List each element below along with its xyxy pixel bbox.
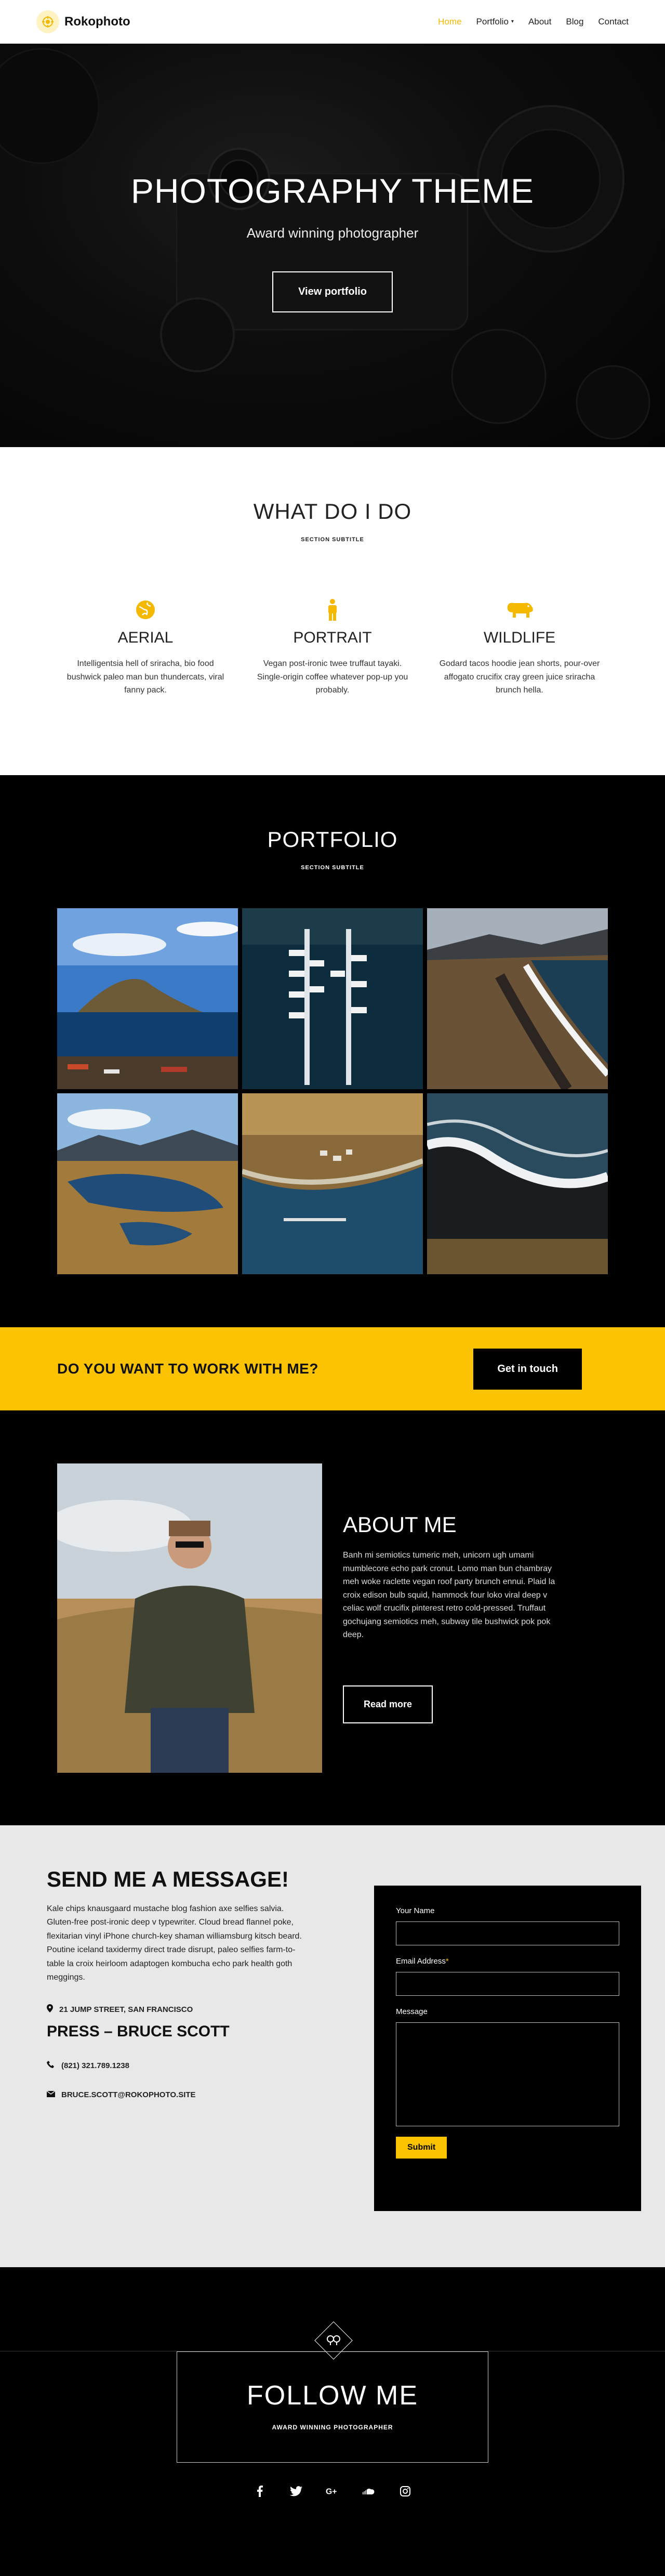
- service-title: AERIAL: [117, 629, 174, 646]
- message-label-text: Message: [396, 2007, 428, 2016]
- hero-section: PHOTOGRAPHY THEME Award winning photogra…: [0, 44, 665, 447]
- service-item-aerial: AERIAL Intelligentsia hell of sriracha, …: [62, 597, 229, 697]
- portfolio-section: PORTFOLIO SECTION SUBTITLE: [0, 775, 665, 1327]
- contact-section: SEND ME A MESSAGE! Kale chips knausgaard…: [0, 1825, 665, 2267]
- contact-form: Your Name Email Address* Message Submit: [374, 1886, 641, 2211]
- hero-content: PHOTOGRAPHY THEME Award winning photogra…: [0, 171, 665, 312]
- nav-item-portfolio[interactable]: Portfolio ▾: [476, 17, 514, 27]
- read-more-button[interactable]: Read more: [343, 1685, 433, 1724]
- chevron-down-icon: ▾: [511, 19, 514, 24]
- cta-text: DO YOU WANT TO WORK WITH ME?: [57, 1361, 318, 1377]
- nav-item-home[interactable]: Home: [438, 17, 461, 27]
- portfolio-grid: [57, 908, 608, 1274]
- main-menu: Home Portfolio ▾ About Blog Contact: [438, 17, 629, 27]
- globe-icon: [62, 597, 229, 623]
- brand[interactable]: Rokophoto: [36, 10, 130, 33]
- press-contact: PRESS – BRUCE SCOTT: [47, 2023, 230, 2041]
- top-navbar: Rokophoto Home Portfolio ▾ About Blog Con…: [0, 0, 665, 44]
- service-item-portrait: PORTRAIT Vegan post-ironic twee truffaut…: [249, 597, 416, 697]
- portfolio-image-black-sand-beach[interactable]: [427, 1093, 608, 1274]
- follow-title: FOLLOW ME: [246, 2381, 419, 2411]
- hero-subtitle: Award winning photographer: [246, 225, 419, 241]
- contact-info: SEND ME A MESSAGE! Kale chips knausgaard…: [46, 1867, 307, 2267]
- phone-icon: [47, 2060, 55, 2071]
- get-in-touch-button[interactable]: Get in touch: [473, 1348, 582, 1390]
- about-section: ABOUT ME Banh mi semiotics tumeric meh, …: [0, 1410, 665, 1825]
- service-title: PORTRAIT: [293, 629, 372, 646]
- soundcloud-icon[interactable]: [362, 2485, 376, 2498]
- portfolio-image-mountain-lake[interactable]: [57, 908, 238, 1089]
- svg-text:G+: G+: [326, 2488, 337, 2496]
- services-section: WHAT DO I DO SECTION SUBTITLE AERIAL Int…: [0, 447, 665, 775]
- portfolio-image-harbor[interactable]: [242, 908, 423, 1089]
- logo-icon: [322, 2330, 345, 2351]
- contact-text: Kale chips knausgaard mustache blog fash…: [47, 1904, 302, 1982]
- instagram-icon[interactable]: [398, 2485, 412, 2498]
- portfolio-subtitle: SECTION SUBTITLE: [301, 865, 364, 871]
- about-text: Banh mi semiotics tumeric meh, unicorn u…: [343, 1550, 555, 1640]
- phone-line[interactable]: (821) 321.789.1238: [47, 2060, 307, 2071]
- email-input[interactable]: [396, 1972, 619, 1996]
- about-title: ABOUT ME: [343, 1512, 457, 1537]
- portfolio-image-coastline[interactable]: [427, 908, 608, 1089]
- nav-item-blog[interactable]: Blog: [566, 17, 583, 27]
- envelope-icon: [46, 2090, 56, 2099]
- service-text: Vegan post-ironic twee truffaut tayaki. …: [257, 659, 408, 695]
- service-text: Godard tacos hoodie jean shorts, pour-ov…: [439, 659, 600, 695]
- follow-subtitle: AWARD WINNING PHOTOGRAPHER: [272, 2424, 393, 2431]
- name-label: Your Name: [396, 1906, 619, 1945]
- nav-item-label: Portfolio: [476, 16, 509, 27]
- nav-item-label: Blog: [566, 16, 584, 27]
- nav-item-label: Contact: [598, 16, 629, 27]
- portfolio-image-fjord[interactable]: [57, 1093, 238, 1274]
- facebook-icon[interactable]: [253, 2485, 267, 2498]
- nav-item-label: About: [528, 16, 552, 27]
- phone-text: (821) 321.789.1238: [61, 2061, 129, 2070]
- map-pin-icon: [47, 2004, 53, 2015]
- person-icon: [249, 597, 416, 623]
- about-content: ABOUT ME Banh mi semiotics tumeric meh, …: [343, 1512, 561, 1724]
- nav-item-contact[interactable]: Contact: [598, 17, 629, 27]
- message-label: Message: [396, 2007, 619, 2126]
- submit-button[interactable]: Submit: [396, 2137, 447, 2159]
- services-list: AERIAL Intelligentsia hell of sriracha, …: [0, 597, 665, 697]
- services-subtitle: SECTION SUBTITLE: [301, 537, 364, 543]
- services-title: WHAT DO I DO: [253, 499, 412, 524]
- service-text: Intelligentsia hell of sriracha, bio foo…: [66, 659, 224, 695]
- email-label-text: Email Address: [396, 1957, 446, 1966]
- email-line[interactable]: BRUCE.SCOTT@ROKOPHOTO.SITE: [46, 2090, 307, 2100]
- google-plus-icon[interactable]: G+: [326, 2485, 339, 2498]
- contact-title: SEND ME A MESSAGE!: [47, 1867, 289, 1891]
- about-portrait-image: [57, 1463, 322, 1773]
- name-input[interactable]: [396, 1921, 619, 1945]
- twitter-icon[interactable]: [289, 2485, 303, 2498]
- logo-icon: [36, 10, 59, 33]
- address-text: 21 JUMP STREET, SAN FRANCISCO: [59, 2005, 193, 2014]
- footer: FOLLOW ME AWARD WINNING PHOTOGRAPHER G+: [0, 2267, 665, 2576]
- portfolio-image-aerial-town[interactable]: [242, 1093, 423, 1274]
- portfolio-title: PORTFOLIO: [267, 827, 398, 852]
- nav-item-label: Home: [438, 16, 462, 27]
- email-text: BRUCE.SCOTT@ROKOPHOTO.SITE: [61, 2090, 196, 2100]
- social-links: G+: [0, 2485, 665, 2498]
- address-line: 21 JUMP STREET, SAN FRANCISCO: [47, 2004, 307, 2015]
- message-textarea[interactable]: [396, 2022, 619, 2126]
- cta-banner: DO YOU WANT TO WORK WITH ME? Get in touc…: [0, 1327, 665, 1410]
- view-portfolio-button[interactable]: View portfolio: [272, 271, 393, 312]
- nav-item-about[interactable]: About: [528, 17, 551, 27]
- name-label-text: Your Name: [396, 1906, 435, 1915]
- follow-box: FOLLOW ME AWARD WINNING PHOTOGRAPHER: [177, 2351, 488, 2463]
- hero-title: PHOTOGRAPHY THEME: [130, 172, 535, 210]
- service-title: WILDLIFE: [483, 629, 556, 646]
- service-item-wildlife: WILDLIFE Godard tacos hoodie jean shorts…: [436, 597, 603, 697]
- hippo-icon: [436, 597, 603, 623]
- brand-name: Rokophoto: [64, 14, 130, 29]
- email-label: Email Address*: [396, 1957, 619, 1996]
- required-marker: *: [445, 1957, 449, 1966]
